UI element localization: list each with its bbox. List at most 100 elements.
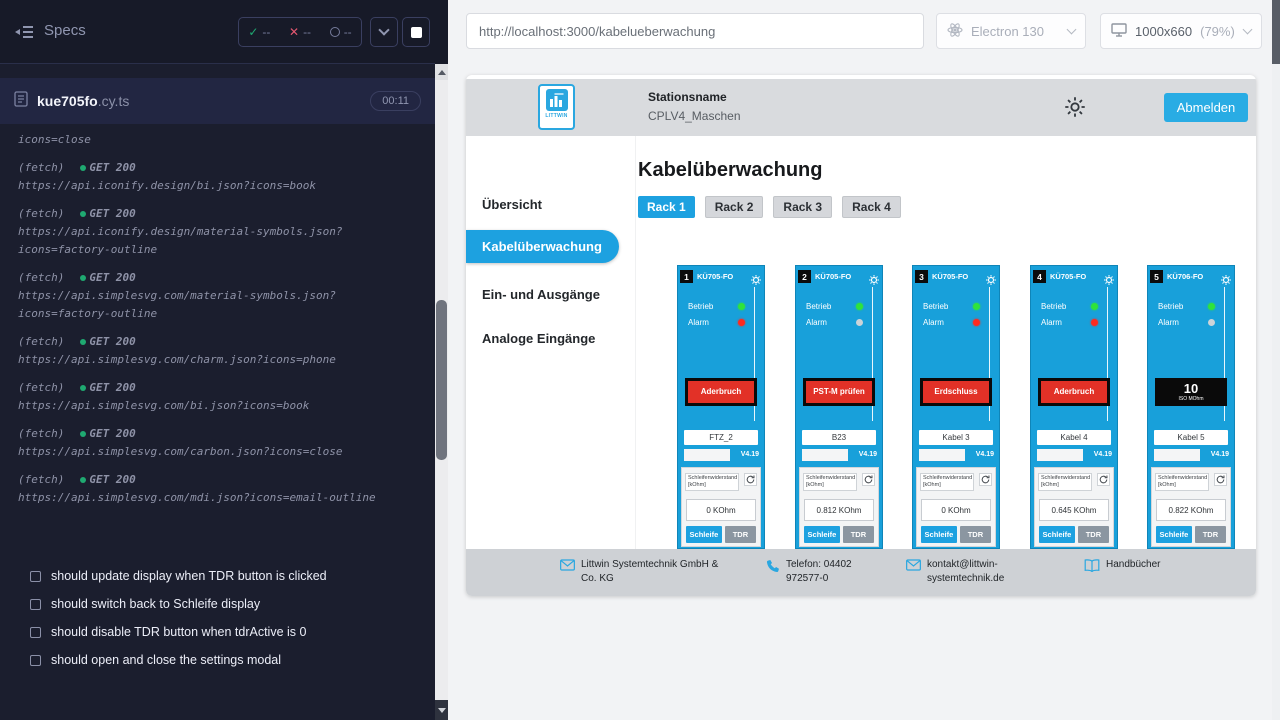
tdr-button[interactable]: TDR: [1195, 526, 1226, 543]
spec-file-icon: [14, 91, 28, 112]
scrollbar-thumb[interactable]: [436, 300, 447, 460]
measurement-value: 0 KOhm: [921, 499, 991, 521]
device-number-badge: 2: [798, 270, 811, 283]
tab-rack-4[interactable]: Rack 4: [842, 196, 901, 218]
settings-gear-icon[interactable]: [1062, 94, 1088, 120]
stop-button[interactable]: [402, 17, 430, 47]
alarm-row: Alarm: [688, 319, 709, 327]
specs-menu-icon[interactable]: [14, 25, 34, 44]
network-log-entry[interactable]: (fetch)GET 200 https://api.simplesvg.com…: [18, 333, 422, 369]
test-title[interactable]: should disable TDR button when tdrActive…: [0, 618, 422, 646]
test-title[interactable]: should open and close the settings modal: [0, 646, 422, 674]
schleife-button[interactable]: Schleife: [921, 526, 957, 543]
scroll-up-arrow[interactable]: [435, 64, 448, 80]
cross-icon: ✕: [289, 25, 299, 39]
tab-rack-2[interactable]: Rack 2: [705, 196, 764, 218]
betrieb-led: [1208, 303, 1215, 310]
status-text: Aderbruch: [701, 388, 741, 397]
refresh-icon[interactable]: [1214, 473, 1227, 486]
cable-name-field[interactable]: Kabel 4: [1037, 430, 1111, 445]
network-log-entry[interactable]: (fetch)GET 200 https://api.iconify.desig…: [18, 159, 422, 195]
device-settings-gear-icon[interactable]: [986, 272, 996, 282]
tdr-button[interactable]: TDR: [1078, 526, 1109, 543]
specs-label[interactable]: Specs: [44, 22, 86, 39]
betrieb-row: Betrieb: [1158, 303, 1183, 311]
url-input[interactable]: [466, 13, 924, 49]
log-source: (fetch): [18, 471, 64, 489]
browser-name: Electron 130: [971, 24, 1044, 39]
network-log-entry[interactable]: (fetch)GET 200 https://api.simplesvg.com…: [18, 425, 422, 461]
schleife-button[interactable]: Schleife: [1039, 526, 1075, 543]
device-settings-gear-icon[interactable]: [1221, 272, 1231, 282]
logo-buildings-icon: [546, 89, 568, 111]
test-title[interactable]: should update display when TDR button is…: [0, 562, 422, 590]
spec-header[interactable]: kue705fo.cy.ts 00:11: [0, 78, 435, 124]
scrollbar-header-gap: [435, 0, 448, 64]
status-box: 10ISO MOhm: [1155, 378, 1227, 406]
tab-rack-1[interactable]: Rack 1: [638, 196, 695, 218]
tdr-button[interactable]: TDR: [843, 526, 874, 543]
stat-passed: ✓--: [248, 25, 270, 39]
network-log-entry[interactable]: (fetch)GET 200 https://api.iconify.desig…: [18, 205, 422, 259]
scroll-down-arrow[interactable]: [435, 700, 448, 720]
logout-button[interactable]: Abmelden: [1164, 93, 1248, 122]
sidebar-item-ein-und-ausgaenge[interactable]: Ein- und Ausgänge: [482, 287, 600, 302]
cable-name-field[interactable]: FTZ_2: [684, 430, 758, 445]
test-title[interactable]: should switch back to Schleife display: [0, 590, 422, 618]
betrieb-led: [973, 303, 980, 310]
footer-manuals[interactable]: Handbücher: [1084, 558, 1160, 575]
sidebar-item-uebersicht[interactable]: Übersicht: [482, 197, 542, 212]
cable-name-field[interactable]: B23: [802, 430, 876, 445]
schleife-button[interactable]: Schleife: [804, 526, 840, 543]
device-model-label: KÜ705-FO: [815, 272, 851, 281]
tab-rack-3[interactable]: Rack 3: [773, 196, 832, 218]
schleife-button[interactable]: Schleife: [686, 526, 722, 543]
refresh-icon[interactable]: [862, 473, 875, 486]
collapse-all-button[interactable]: [370, 17, 398, 47]
firmware-version: V4.19: [1094, 451, 1112, 458]
phone-icon: [766, 559, 780, 576]
log-url: https://api.simplesvg.com/carbon.json?ic…: [18, 443, 390, 461]
browser-selector[interactable]: Electron 130: [936, 13, 1086, 49]
log-url: https://api.simplesvg.com/mdi.json?icons…: [18, 489, 390, 507]
tdr-button[interactable]: TDR: [960, 526, 991, 543]
station-name: CPLV4_Maschen: [648, 109, 741, 123]
alarm-led: [856, 319, 863, 326]
status-text: PST-M prüfen: [813, 388, 865, 397]
test-state-icon: [30, 627, 41, 638]
device-settings-gear-icon[interactable]: [751, 272, 761, 282]
reporter-scrollbar[interactable]: [435, 0, 448, 720]
firmware-version: V4.19: [976, 451, 994, 458]
network-log-entry[interactable]: (fetch)GET 200 https://api.simplesvg.com…: [18, 379, 422, 415]
footer-phone: Telefon: 04402 972577-0: [766, 558, 878, 585]
page-scrollbar[interactable]: [1272, 0, 1280, 720]
refresh-icon[interactable]: [744, 473, 757, 486]
refresh-icon[interactable]: [1097, 473, 1110, 486]
schleife-button[interactable]: Schleife: [1156, 526, 1192, 543]
tdr-button[interactable]: TDR: [725, 526, 756, 543]
device-settings-gear-icon[interactable]: [869, 272, 879, 282]
network-log-entry[interactable]: (fetch)GET 200 https://api.simplesvg.com…: [18, 471, 422, 507]
page-scrollbar-thumb[interactable]: [1272, 0, 1280, 64]
rack-tabs: Rack 1 Rack 2 Rack 3 Rack 4: [638, 196, 901, 218]
triangle-down-icon: [438, 708, 446, 713]
log-url: https://api.iconify.design/bi.json?icons…: [18, 177, 390, 195]
version-strip: [684, 449, 730, 461]
betrieb-led: [1091, 303, 1098, 310]
sidebar-item-analoge-eingaenge[interactable]: Analoge Eingänge: [482, 331, 595, 346]
status-text: Erdschluss: [934, 388, 977, 397]
network-log-entry[interactable]: (fetch)GET 200 https://api.simplesvg.com…: [18, 269, 422, 323]
viewport-selector[interactable]: 1000x660 (79%): [1100, 13, 1262, 49]
device-settings-gear-icon[interactable]: [1104, 272, 1114, 282]
cable-name-field[interactable]: Kabel 5: [1154, 430, 1228, 445]
measurement-label: Schleifenwiderstand [kOhm]: [685, 473, 739, 491]
sidebar-item-kabelueberwachung[interactable]: Kabelüberwachung: [466, 230, 619, 263]
status-dot-icon: [80, 275, 86, 281]
test-stats: ✓-- ✕-- --: [238, 17, 362, 47]
logo-text: LITTWIN: [545, 113, 567, 119]
cable-name-field[interactable]: Kabel 3: [919, 430, 993, 445]
measurement-label: Schleifenwiderstand [kOhm]: [1038, 473, 1092, 491]
monitor-icon: [1111, 23, 1127, 40]
refresh-icon[interactable]: [979, 473, 992, 486]
device-number-badge: 1: [680, 270, 693, 283]
